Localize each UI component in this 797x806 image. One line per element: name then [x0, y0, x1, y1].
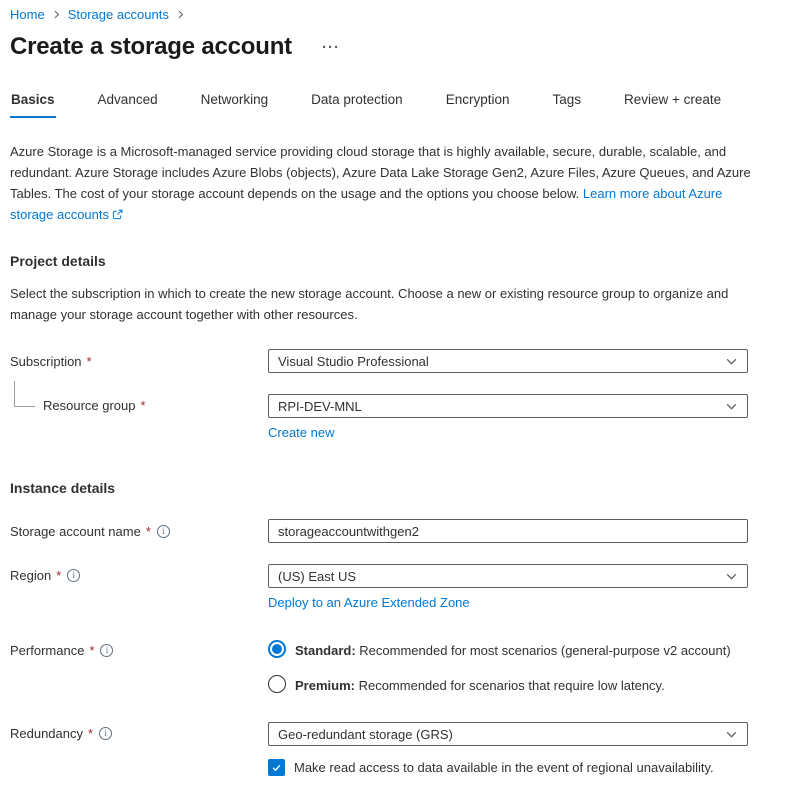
label-text: Region [10, 568, 51, 583]
tab-advanced[interactable]: Advanced [97, 92, 159, 118]
resource-group-dropdown[interactable]: RPI-DEV-MNL [268, 394, 748, 418]
resource-group-label: Resource group * [10, 394, 268, 413]
deploy-extended-zone-link[interactable]: Deploy to an Azure Extended Zone [268, 595, 470, 610]
radio-standard-text: Recommended for most scenarios (general-… [356, 643, 731, 658]
chevron-down-icon [725, 400, 738, 413]
required-marker: * [146, 524, 151, 539]
region-row: Region * (US) East US Deploy to an Azure … [10, 564, 787, 612]
performance-row: Performance * Standard: Recommended for m… [10, 639, 787, 695]
chevron-right-icon [176, 10, 185, 19]
tab-data-protection[interactable]: Data protection [310, 92, 404, 118]
storage-account-name-row: Storage account name * [10, 519, 787, 543]
radio-premium[interactable]: Premium: Recommended for scenarios that … [268, 675, 748, 695]
storage-account-name-label: Storage account name * [10, 524, 268, 539]
chevron-down-icon [725, 355, 738, 368]
required-marker: * [56, 568, 61, 583]
tab-encryption[interactable]: Encryption [445, 92, 511, 118]
read-access-checkbox-label: Make read access to data available in th… [294, 760, 714, 775]
subscription-value: Visual Studio Professional [278, 354, 429, 369]
info-icon[interactable] [99, 727, 112, 740]
redundancy-row: Redundancy* Geo-redundant storage (GRS) … [10, 722, 787, 776]
performance-radio-group: Standard: Recommended for most scenarios… [268, 639, 748, 695]
subscription-dropdown[interactable]: Visual Studio Professional [268, 349, 748, 373]
subscription-label: Subscription * [10, 354, 268, 369]
resource-group-value: RPI-DEV-MNL [278, 399, 362, 414]
label-text: Storage account name [10, 524, 141, 539]
tab-tags[interactable]: Tags [551, 92, 582, 118]
radio-selected-icon [268, 640, 286, 658]
redundancy-label: Redundancy * [10, 722, 268, 741]
radio-standard-prefix: Standard: [295, 643, 356, 658]
region-value: (US) East US [278, 569, 356, 584]
label-text: Subscription [10, 354, 82, 369]
resource-group-row: Resource group * RPI-DEV-MNL Create new [10, 394, 787, 442]
more-options-icon[interactable] [318, 38, 344, 57]
title-row: Create a storage account [10, 33, 787, 61]
region-label: Region * [10, 564, 268, 583]
instance-details-heading: Instance details [10, 480, 787, 496]
tab-basics[interactable]: Basics [10, 92, 56, 118]
label-text: Performance [10, 643, 84, 658]
chevron-down-icon [725, 728, 738, 741]
chevron-down-icon [725, 570, 738, 583]
page-title: Create a storage account [10, 33, 292, 61]
subscription-row: Subscription * Visual Studio Professional [10, 349, 787, 373]
info-icon[interactable] [67, 569, 80, 582]
radio-premium-prefix: Premium: [295, 678, 355, 693]
label-text: Resource group [43, 398, 136, 413]
required-marker: * [141, 398, 146, 413]
wizard-tabs: Basics Advanced Networking Data protecti… [10, 92, 787, 118]
external-link-icon [112, 205, 123, 226]
create-new-link[interactable]: Create new [268, 425, 334, 440]
radio-standard[interactable]: Standard: Recommended for most scenarios… [268, 640, 748, 660]
required-marker: * [88, 726, 93, 741]
tab-networking[interactable]: Networking [200, 92, 270, 118]
project-details-description: Select the subscription in which to crea… [10, 283, 756, 325]
breadcrumb-storage-accounts-link[interactable]: Storage accounts [68, 7, 169, 22]
info-icon[interactable] [100, 644, 113, 657]
redundancy-dropdown[interactable]: Geo-redundant storage (GRS) [268, 722, 748, 746]
radio-premium-text: Recommended for scenarios that require l… [355, 678, 665, 693]
storage-account-name-input[interactable] [268, 519, 748, 543]
required-marker: * [89, 643, 94, 658]
tab-review-create[interactable]: Review + create [623, 92, 722, 118]
chevron-right-icon [52, 10, 61, 19]
intro-text: Azure Storage is a Microsoft-managed ser… [10, 141, 756, 226]
breadcrumb-home-link[interactable]: Home [10, 7, 45, 22]
create-storage-account-page: Home Storage accounts Create a storage a… [0, 0, 797, 806]
breadcrumb: Home Storage accounts [10, 7, 787, 22]
resource-group-connector [14, 381, 35, 407]
radio-unselected-icon [268, 675, 286, 693]
region-dropdown[interactable]: (US) East US [268, 564, 748, 588]
required-marker: * [87, 354, 92, 369]
project-details-heading: Project details [10, 253, 787, 269]
read-access-checkbox-row[interactable]: Make read access to data available in th… [268, 759, 748, 776]
label-text: Redundancy [10, 726, 83, 741]
info-icon[interactable] [157, 525, 170, 538]
redundancy-value: Geo-redundant storage (GRS) [278, 727, 453, 742]
performance-label: Performance * [10, 639, 268, 658]
checkbox-checked-icon [268, 759, 285, 776]
